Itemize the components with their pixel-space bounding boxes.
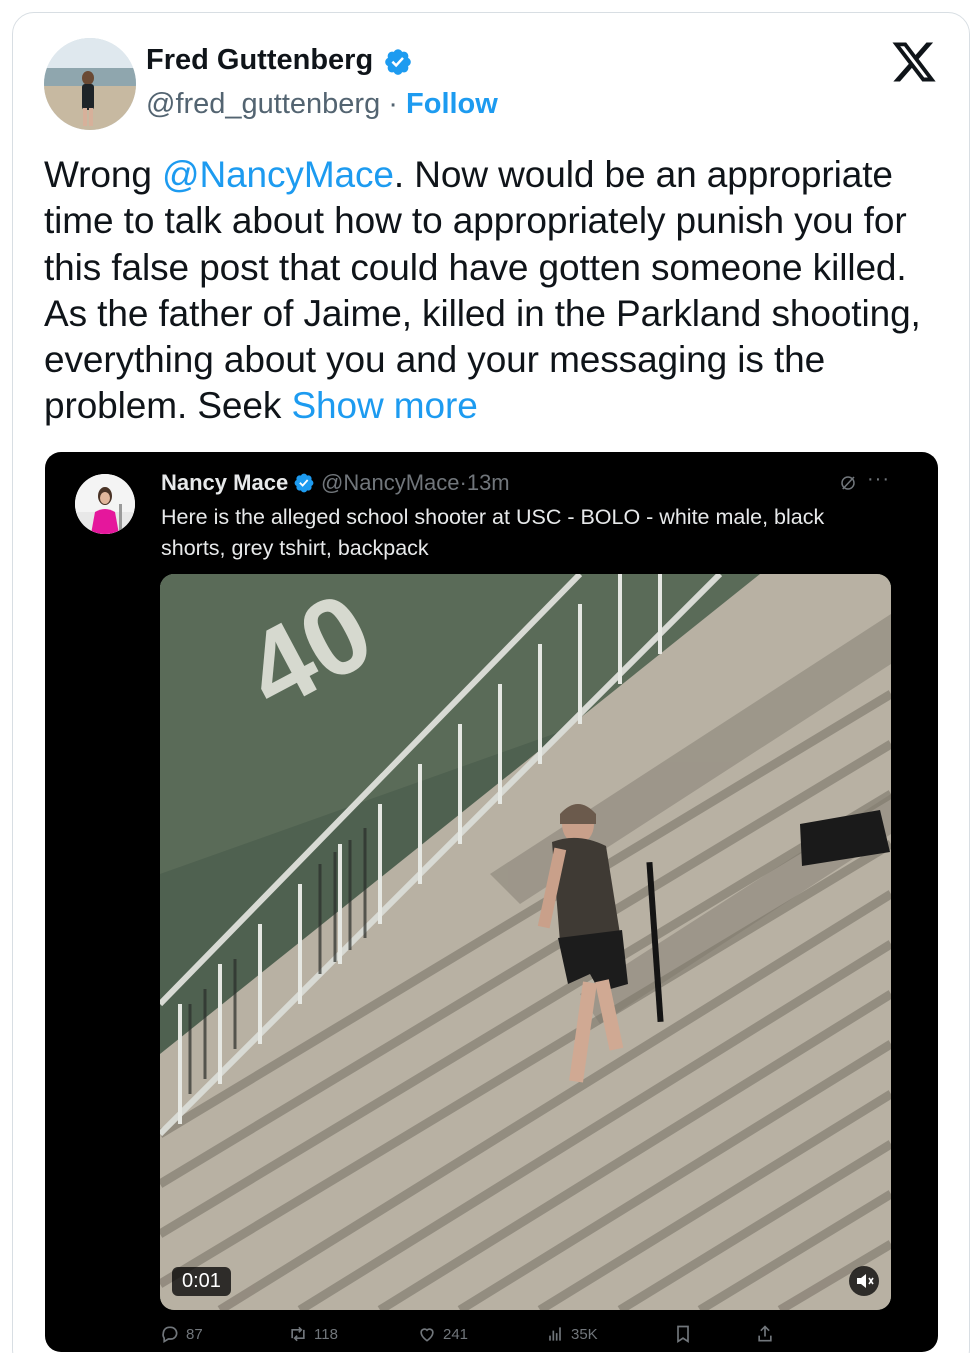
video-timecode: 0:01: [172, 1267, 231, 1296]
verified-badge-icon: [385, 49, 411, 75]
share-button[interactable]: [755, 1324, 775, 1344]
grok-icon[interactable]: [839, 474, 857, 492]
quote-handle[interactable]: @NancyMace: [321, 470, 460, 495]
author-handle[interactable]: @fred_guttenberg: [146, 88, 380, 120]
reply-icon: [162, 1326, 178, 1343]
retweet-icon: [291, 1326, 305, 1342]
bookmark-button[interactable]: [673, 1324, 693, 1344]
x-logo-icon[interactable]: [888, 38, 940, 86]
video-player[interactable]: 40 0:01: [160, 574, 891, 1310]
quote-time[interactable]: 13m: [467, 470, 510, 495]
quote-text: Here is the alleged school shooter at US…: [161, 505, 825, 560]
like-count: 241: [443, 1325, 469, 1343]
like-button[interactable]: 241: [417, 1324, 468, 1344]
mute-icon[interactable]: [849, 1266, 879, 1296]
bookmark-icon: [677, 1325, 689, 1344]
quote-handle-row: @NancyMace·13m: [321, 470, 510, 496]
show-more-link[interactable]: Show more: [291, 385, 477, 426]
reply-button[interactable]: 87: [160, 1324, 203, 1344]
quote-separator: ·: [459, 470, 467, 495]
author-name[interactable]: Fred Guttenberg: [146, 44, 373, 77]
quote-author-avatar[interactable]: [75, 474, 135, 534]
reply-count: 87: [186, 1325, 203, 1343]
follow-button[interactable]: Follow: [406, 88, 498, 120]
view-count: 35K: [571, 1325, 598, 1343]
tweet-text-part: Wrong: [44, 154, 162, 195]
retweet-button[interactable]: 118: [288, 1324, 338, 1344]
more-options-icon[interactable]: ···: [867, 468, 890, 491]
author-avatar[interactable]: [44, 38, 136, 130]
views-button[interactable]: 35K: [545, 1324, 598, 1344]
quoted-tweet[interactable]: Nancy Mace @NancyMace·13m ··· Here is th…: [45, 452, 938, 1352]
quote-author-name[interactable]: Nancy Mace: [161, 470, 288, 496]
quote-action-bar: 87 118 241 35K: [45, 1322, 938, 1352]
tweet-text: Wrong @NancyMace. Now would be an approp…: [44, 152, 954, 430]
handle-separator: ·: [388, 88, 398, 120]
mention-link[interactable]: @NancyMace: [162, 154, 394, 195]
verified-badge-icon: [294, 473, 314, 493]
share-icon: [758, 1325, 772, 1342]
video-frame: 40: [160, 574, 891, 1310]
author-handle-row: @fred_guttenberg · Follow: [146, 88, 498, 121]
views-icon: [549, 1327, 561, 1341]
retweet-count: 118: [314, 1325, 338, 1343]
heart-icon: [420, 1328, 434, 1342]
